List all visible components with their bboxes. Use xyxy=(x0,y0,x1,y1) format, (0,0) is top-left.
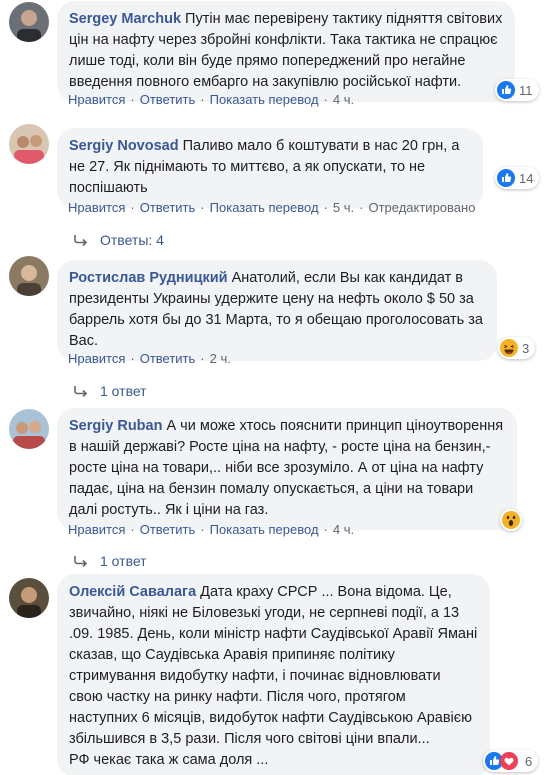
reaction-count[interactable]: 11 xyxy=(495,79,539,101)
reaction-number: 6 xyxy=(525,753,533,769)
comment-actions: Нравится · Ответить · 2 ч. xyxy=(68,351,231,366)
reaction-count[interactable]: 3 xyxy=(498,337,536,359)
comment-time[interactable]: 4 ч. xyxy=(333,92,354,107)
comment-time[interactable]: 4 ч. xyxy=(333,522,354,537)
haha-icon xyxy=(500,339,518,357)
avatar[interactable] xyxy=(9,124,49,164)
comment-author[interactable]: Sergey Marchuk xyxy=(69,11,181,27)
comment-author[interactable]: Ростислав Рудницкий xyxy=(69,270,228,286)
replies-count[interactable]: 1 ответ xyxy=(100,553,147,569)
reply-arrow-icon xyxy=(74,235,88,246)
translate-link[interactable]: Показать перевод xyxy=(210,200,319,215)
reaction-count[interactable]: 14 xyxy=(495,167,540,189)
reaction-number: 11 xyxy=(519,82,533,98)
like-link[interactable]: Нравится xyxy=(68,92,125,107)
reaction-count[interactable]: 6 xyxy=(483,750,539,772)
like-icon xyxy=(497,169,515,187)
edited-label[interactable]: Отредактировано xyxy=(368,200,475,215)
comment-text: Дата краху СРСР ... Вона відома. Це, зви… xyxy=(69,584,478,747)
comment-author[interactable]: Sergiy Ruban xyxy=(69,418,162,434)
comment-bubble: Sergey Marchuk Путін має перевірену такти… xyxy=(57,1,515,102)
comment-bubble: Sergiy Ruban А чи може хтось пояснити при… xyxy=(57,408,517,530)
translate-link[interactable]: Показать перевод xyxy=(210,522,319,537)
replies-count[interactable]: Ответы: 4 xyxy=(100,232,164,248)
avatar[interactable] xyxy=(9,409,49,449)
view-replies-link[interactable]: 1 ответ xyxy=(74,383,147,399)
reaction-number: 14 xyxy=(519,170,534,186)
view-replies-link[interactable]: Ответы: 4 xyxy=(74,232,164,248)
view-replies-link[interactable]: 1 ответ xyxy=(74,553,147,569)
comment-time[interactable]: 5 ч. xyxy=(333,200,354,215)
translate-link[interactable]: Показать перевод xyxy=(210,92,319,107)
comment-author[interactable]: Sergiy Novosad xyxy=(69,138,179,154)
comment-actions: Нравится · Ответить · Показать перевод · 5 ч. ·… xyxy=(68,200,476,215)
avatar[interactable] xyxy=(9,256,49,296)
comment-bubble: Олексій Савалага Дата краху СРСР ... Вона… xyxy=(57,574,490,775)
reply-link[interactable]: Ответить xyxy=(140,351,196,366)
comment-text-continued: РФ чекає така ж сама доля ... xyxy=(69,752,269,768)
like-link[interactable]: Нравится xyxy=(68,522,125,537)
reaction-count[interactable] xyxy=(500,509,522,531)
reaction-number: 3 xyxy=(522,340,530,356)
reply-link[interactable]: Ответить xyxy=(140,92,196,107)
replies-count[interactable]: 1 ответ xyxy=(100,383,147,399)
comment-author[interactable]: Олексій Савалага xyxy=(69,584,196,600)
avatar[interactable] xyxy=(9,2,49,42)
like-icon xyxy=(497,81,515,99)
reply-arrow-icon xyxy=(74,386,88,397)
reply-link[interactable]: Ответить xyxy=(140,200,196,215)
comment-time[interactable]: 2 ч. xyxy=(210,351,231,366)
reply-link[interactable]: Ответить xyxy=(140,522,196,537)
comment-actions: Нравится · Ответить · Показать перевод · 4 ч. xyxy=(68,92,355,107)
wow-icon xyxy=(502,511,520,529)
avatar[interactable] xyxy=(9,578,49,618)
like-link[interactable]: Нравится xyxy=(68,200,125,215)
comment-bubble: Sergiy Novosad Паливо мало б коштувати в … xyxy=(57,128,483,208)
love-icon xyxy=(500,752,518,770)
reply-arrow-icon xyxy=(74,556,88,567)
comment-bubble: Ростислав Рудницкий Анатолий, если Вы как… xyxy=(57,260,497,361)
comment-actions: Нравится · Ответить · Показать перевод · 4 ч. xyxy=(68,522,355,537)
like-link[interactable]: Нравится xyxy=(68,351,125,366)
